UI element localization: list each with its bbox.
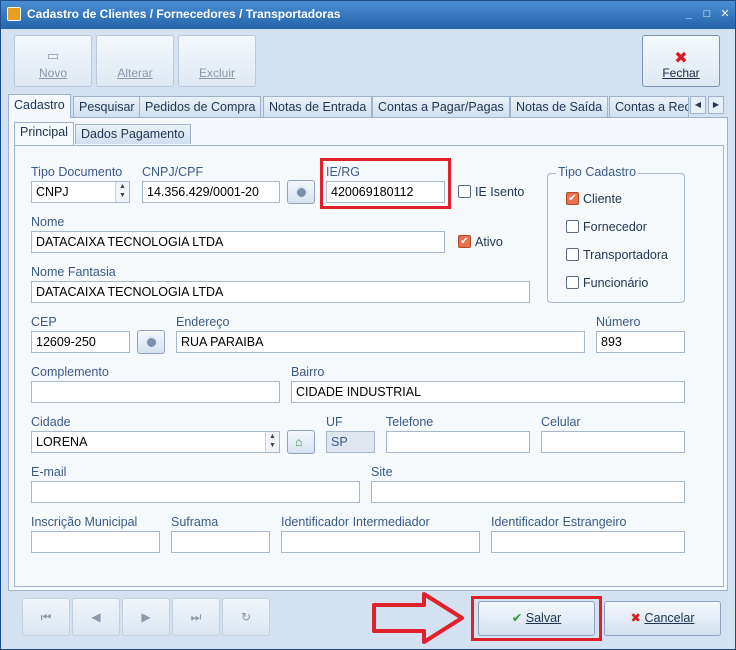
new-icon: ▭ xyxy=(46,48,60,63)
funcionario-label: Funcionário xyxy=(583,276,649,290)
identificador-estrangeiro-field[interactable] xyxy=(491,531,685,553)
lookup-icon xyxy=(295,186,308,199)
title-bar: Cadastro de Clientes / Fornecedores / Tr… xyxy=(1,1,735,29)
telefone-label: Telefone xyxy=(386,415,434,429)
identificador-intermediador-field[interactable] xyxy=(281,531,480,553)
tipo-cadastro-label: Tipo Cadastro xyxy=(556,165,639,179)
uf-label: UF xyxy=(326,415,343,429)
cancelar-button[interactable]: ✖ Cancelar xyxy=(604,601,721,636)
city-icon: ⌂ xyxy=(295,435,303,449)
suframa-field[interactable] xyxy=(171,531,270,553)
cancel-x-icon: ✖ xyxy=(630,611,641,625)
site-label: Site xyxy=(371,465,393,479)
lookup-icon xyxy=(145,336,158,349)
spin-arrows-icon: ▲ ▼ xyxy=(265,432,279,452)
site-field[interactable] xyxy=(371,481,685,503)
minimize-button[interactable]: _ xyxy=(681,7,697,22)
refresh-icon[interactable]: ↻ xyxy=(222,598,270,636)
tab-contas-pagar[interactable]: Contas a Pagar/Pagas xyxy=(372,96,510,117)
delete-icon xyxy=(179,48,255,62)
nome-field[interactable]: DATACAIXA TECNOLOGIA LTDA xyxy=(31,231,445,253)
tab-scroll-right-icon[interactable]: ▶ xyxy=(708,96,724,114)
check-icon: ✔ xyxy=(511,611,523,625)
last-record-icon[interactable]: ⏭ xyxy=(172,598,220,636)
cliente-checkbox[interactable]: ✔ xyxy=(566,192,579,205)
identificador-estrangeiro-label: Identificador Estrangeiro xyxy=(491,515,627,529)
cliente-label: Cliente xyxy=(583,192,622,206)
complemento-label: Complemento xyxy=(31,365,109,379)
maximize-button[interactable]: □ xyxy=(699,7,715,22)
cnpj-cpf-label: CNPJ/CPF xyxy=(142,165,204,179)
salvar-button[interactable]: ✔ Salvar xyxy=(478,601,595,636)
arrow-annotation-icon xyxy=(372,592,464,644)
email-label: E-mail xyxy=(31,465,67,479)
funcionario-checkbox[interactable] xyxy=(566,276,579,289)
bairro-label: Bairro xyxy=(291,365,325,379)
tab-cadastro[interactable]: Cadastro xyxy=(8,94,71,118)
inscricao-municipal-label: Inscrição Municipal xyxy=(31,515,138,529)
first-record-icon[interactable]: ⏮ xyxy=(22,598,70,636)
excluir-button[interactable]: Excluir xyxy=(178,35,256,87)
fornecedor-checkbox[interactable] xyxy=(566,220,579,233)
email-field[interactable] xyxy=(31,481,360,503)
endereco-label: Endereço xyxy=(176,315,230,329)
celular-label: Celular xyxy=(541,415,581,429)
novo-button[interactable]: ▭ Novo xyxy=(14,35,92,87)
app-icon xyxy=(7,7,21,21)
tab-notas-saida[interactable]: Notas de Saída xyxy=(510,96,609,117)
ativo-label: Ativo xyxy=(475,235,503,249)
tipo-documento-select[interactable]: CNPJ ▲ ▼ xyxy=(31,181,130,203)
spin-arrows-icon: ▲ ▼ xyxy=(115,182,129,202)
cidade-label: Cidade xyxy=(31,415,71,429)
next-record-icon[interactable]: ▶ xyxy=(122,598,170,636)
ativo-checkbox[interactable]: ✔ xyxy=(458,235,471,248)
celular-field[interactable] xyxy=(541,431,685,453)
tab-scroll-left-icon[interactable]: ◀ xyxy=(690,96,706,114)
window-title: Cadastro de Clientes / Fornecedores / Tr… xyxy=(27,7,341,21)
ie-isento-label: IE Isento xyxy=(475,185,525,199)
subtab-principal[interactable]: Principal xyxy=(14,122,74,145)
uf-field[interactable]: SP xyxy=(326,431,375,453)
transportadora-label: Transportadora xyxy=(583,248,668,262)
cep-lookup-button[interactable] xyxy=(137,330,165,354)
alterar-button[interactable]: Alterar xyxy=(96,35,174,87)
prev-record-icon[interactable]: ◀ xyxy=(72,598,120,636)
numero-label: Número xyxy=(596,315,641,329)
bairro-field[interactable]: CIDADE INDUSTRIAL xyxy=(291,381,685,403)
tipo-documento-label: Tipo Documento xyxy=(31,165,123,179)
tab-notas-entrada[interactable]: Notas de Entrada xyxy=(263,96,373,117)
identificador-intermediador-label: Identificador Intermediador xyxy=(281,515,430,529)
close-window-button[interactable]: ✕ xyxy=(717,7,733,22)
subtab-dados-pagamento[interactable]: Dados Pagamento xyxy=(75,124,191,144)
cidade-select[interactable]: LORENA ▲ ▼ xyxy=(31,431,280,453)
inscricao-municipal-field[interactable] xyxy=(31,531,160,553)
fornecedor-label: Fornecedor xyxy=(583,220,647,234)
telefone-field[interactable] xyxy=(386,431,530,453)
cep-label: CEP xyxy=(31,315,57,329)
nome-fantasia-field[interactable]: DATACAIXA TECNOLOGIA LTDA xyxy=(31,281,530,303)
nome-fantasia-label: Nome Fantasia xyxy=(31,265,116,279)
transportadora-checkbox[interactable] xyxy=(566,248,579,261)
edit-icon xyxy=(97,48,173,62)
tab-contas-receber[interactable]: Contas a Rec xyxy=(609,96,689,117)
complemento-field[interactable] xyxy=(31,381,280,403)
tab-pesquisar[interactable]: Pesquisar xyxy=(73,96,141,117)
cep-field[interactable]: 12609-250 xyxy=(31,331,130,353)
suframa-label: Suframa xyxy=(171,515,219,529)
ie-rg-highlight xyxy=(320,158,451,209)
cnpj-cpf-field[interactable]: 14.356.429/0001-20 xyxy=(142,181,280,203)
cidade-add-button[interactable]: ⌂ xyxy=(287,430,315,454)
nome-label: Nome xyxy=(31,215,65,229)
numero-field[interactable]: 893 xyxy=(596,331,685,353)
tab-pedidos-compra[interactable]: Pedidos de Compra xyxy=(139,96,262,117)
close-x-icon: ✖ xyxy=(674,50,688,67)
ie-isento-checkbox[interactable] xyxy=(458,185,471,198)
endereco-field[interactable]: RUA PARAIBA xyxy=(176,331,585,353)
cnpj-lookup-button[interactable] xyxy=(287,180,315,204)
fechar-button[interactable]: ✖ Fechar xyxy=(642,35,720,87)
